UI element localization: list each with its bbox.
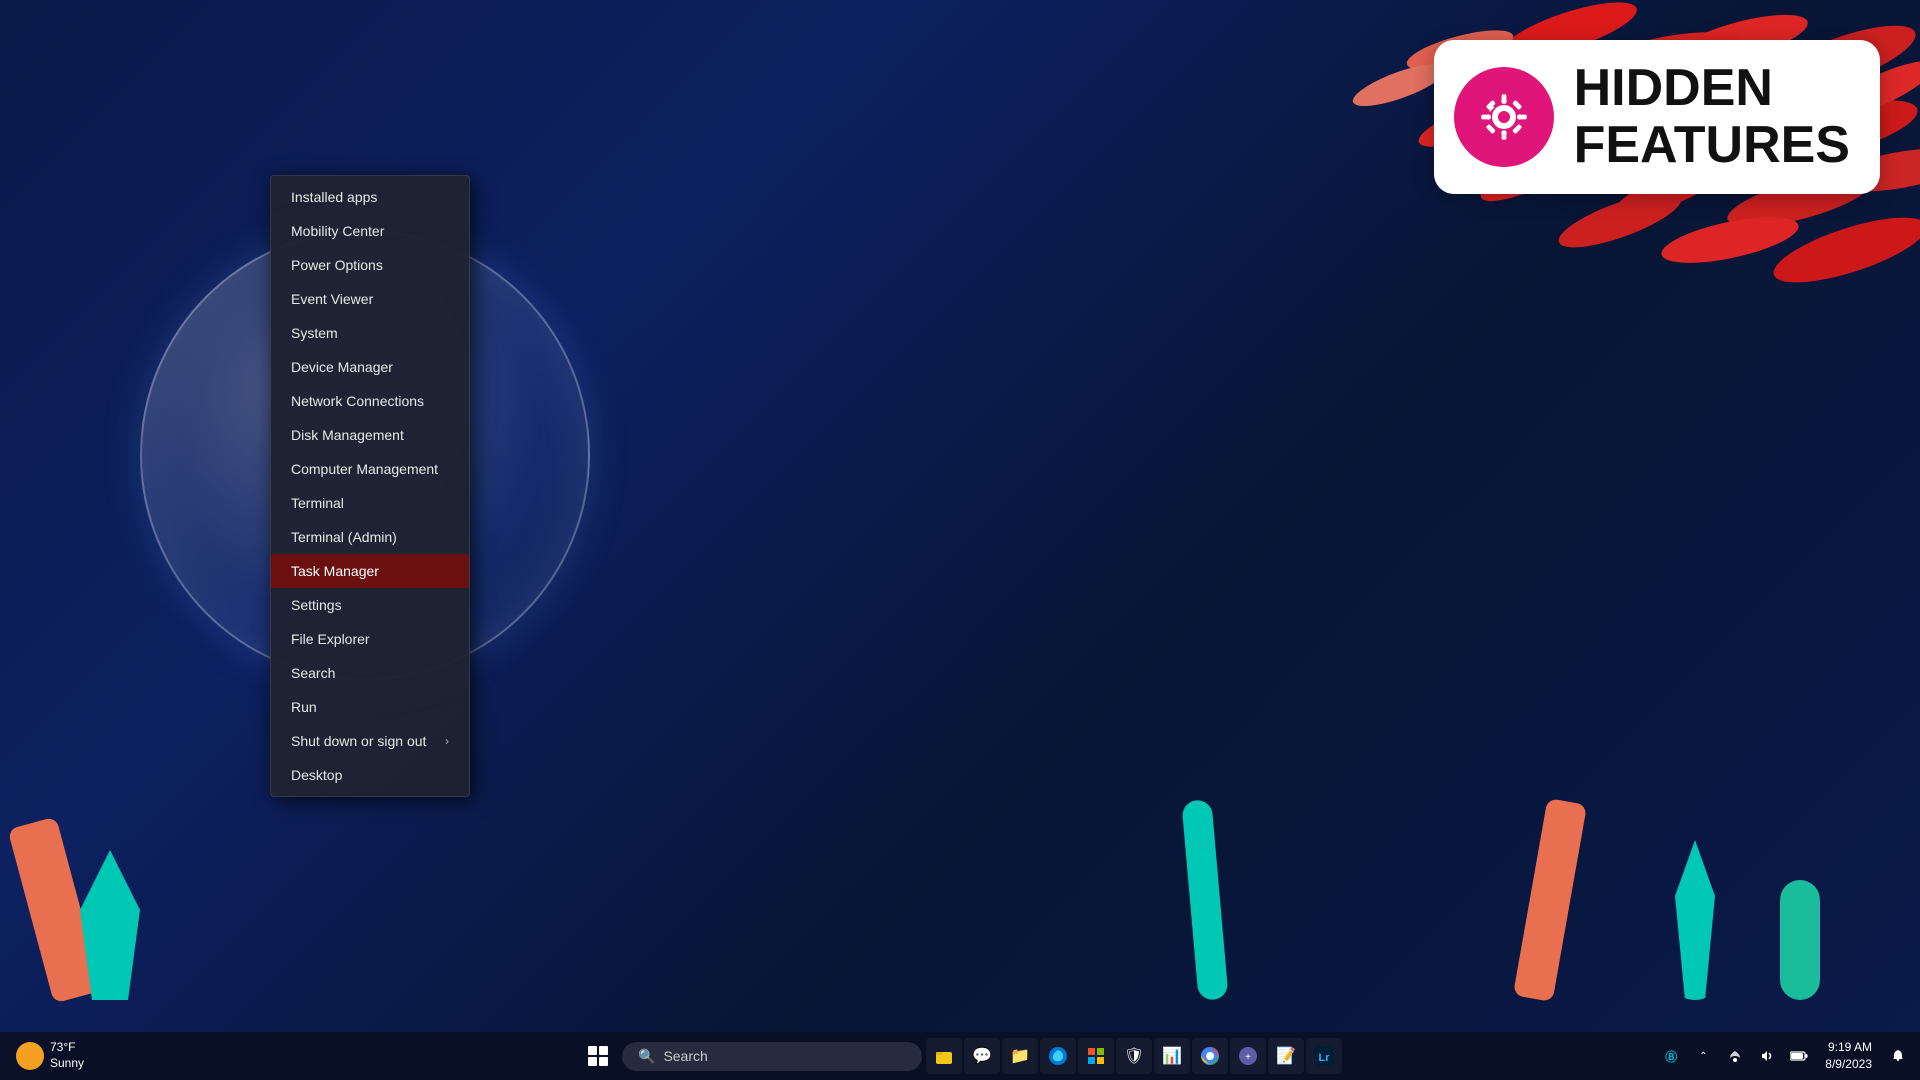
volume-icon[interactable] xyxy=(1753,1042,1781,1070)
svg-text:+: + xyxy=(1245,1052,1251,1063)
menu-item-system[interactable]: System xyxy=(271,316,469,350)
menu-item-file-explorer[interactable]: File Explorer xyxy=(271,622,469,656)
decoration-seaweed-left xyxy=(80,850,140,1000)
menu-item-device-manager[interactable]: Device Manager xyxy=(271,350,469,384)
taskbar: 73°F Sunny 🔍 Search xyxy=(0,1032,1920,1080)
taskbar-search-bar[interactable]: 🔍 Search xyxy=(622,1042,922,1071)
decoration-coral-right xyxy=(1513,798,1587,1002)
windows-logo-icon xyxy=(588,1046,608,1066)
mcafee-icon[interactable]: 🛡 xyxy=(1116,1038,1152,1074)
start-button[interactable] xyxy=(578,1036,618,1076)
taskbar-right: Ⓑ ⌃ 9:19 AM 8/9/2023 xyxy=(1657,1035,1912,1077)
chrome-icon[interactable] xyxy=(1192,1038,1228,1074)
decoration-plant-right xyxy=(1780,880,1820,1000)
shut-down-arrow: › xyxy=(445,734,449,748)
menu-item-run[interactable]: Run xyxy=(271,690,469,724)
menu-item-terminal-admin[interactable]: Terminal (Admin) xyxy=(271,520,469,554)
menu-item-desktop[interactable]: Desktop xyxy=(271,758,469,792)
menu-item-terminal[interactable]: Terminal xyxy=(271,486,469,520)
weather-text: 73°F Sunny xyxy=(50,1040,84,1071)
microsoft-store-icon[interactable] xyxy=(1078,1038,1114,1074)
taskbar-search-text: Search xyxy=(663,1048,707,1064)
menu-item-shut-down[interactable]: Shut down or sign out › xyxy=(271,724,469,758)
teams-icon[interactable]: 💬 xyxy=(964,1038,1000,1074)
sticky-notes-icon[interactable]: 📝 xyxy=(1268,1038,1304,1074)
tray-expand-icon[interactable]: ⌃ xyxy=(1689,1042,1717,1070)
gear-badge-icon xyxy=(1454,67,1554,167)
gear-svg-icon xyxy=(1474,87,1534,147)
clock[interactable]: 9:19 AM 8/9/2023 xyxy=(1817,1035,1880,1077)
menu-item-task-manager[interactable]: Task Manager xyxy=(271,554,469,588)
menu-item-event-viewer[interactable]: Event Viewer xyxy=(271,282,469,316)
clock-time: 9:19 AM xyxy=(1825,1039,1872,1056)
weather-temp: 73°F xyxy=(50,1040,84,1056)
notification-icon[interactable] xyxy=(1884,1042,1912,1070)
hidden-features-text: HIDDEN FEATURES xyxy=(1574,60,1850,174)
menu-item-computer-management[interactable]: Computer Management xyxy=(271,452,469,486)
clock-date: 8/9/2023 xyxy=(1825,1056,1872,1073)
battery-icon[interactable] xyxy=(1785,1042,1813,1070)
context-menu: Installed apps Mobility Center Power Opt… xyxy=(270,175,470,797)
explorer-icon[interactable]: 📁 xyxy=(1002,1038,1038,1074)
menu-item-search[interactable]: Search xyxy=(271,656,469,690)
bing-tray-icon[interactable]: Ⓑ xyxy=(1657,1042,1685,1070)
weather-condition: Sunny xyxy=(50,1056,84,1072)
hidden-features-badge: HIDDEN FEATURES xyxy=(1434,40,1880,194)
menu-item-disk-management[interactable]: Disk Management xyxy=(271,418,469,452)
taskbar-apps: 💬 📁 🛡 📊 xyxy=(926,1038,1342,1074)
menu-item-installed-apps[interactable]: Installed apps xyxy=(271,180,469,214)
decoration-seaweed-right xyxy=(1670,840,1720,1000)
file-manager-icon[interactable] xyxy=(926,1038,962,1074)
svg-text:Lr: Lr xyxy=(1319,1052,1331,1064)
shut-down-label: Shut down or sign out xyxy=(291,733,426,749)
lightroom-icon[interactable]: Lr xyxy=(1306,1038,1342,1074)
weather-widget[interactable]: 73°F Sunny xyxy=(8,1036,92,1075)
taskbar-left: 73°F Sunny xyxy=(8,1036,92,1075)
edge-icon[interactable] xyxy=(1040,1038,1076,1074)
myanalytics-icon[interactable]: 📊 xyxy=(1154,1038,1190,1074)
network-icon[interactable] xyxy=(1721,1042,1749,1070)
system-tray: Ⓑ ⌃ xyxy=(1657,1042,1813,1070)
taskbar-search-icon: 🔍 xyxy=(638,1048,655,1065)
menu-item-mobility-center[interactable]: Mobility Center xyxy=(271,214,469,248)
menu-item-settings[interactable]: Settings xyxy=(271,588,469,622)
extension-icon[interactable]: + xyxy=(1230,1038,1266,1074)
desktop: HIDDEN FEATURES Installed apps Mobility … xyxy=(0,0,1920,1080)
decoration-seaweed-mid xyxy=(1181,799,1228,1001)
taskbar-center: 🔍 Search 💬 📁 xyxy=(578,1036,1342,1076)
weather-sun-icon xyxy=(16,1042,44,1070)
menu-item-power-options[interactable]: Power Options xyxy=(271,248,469,282)
menu-item-network-connections[interactable]: Network Connections xyxy=(271,384,469,418)
